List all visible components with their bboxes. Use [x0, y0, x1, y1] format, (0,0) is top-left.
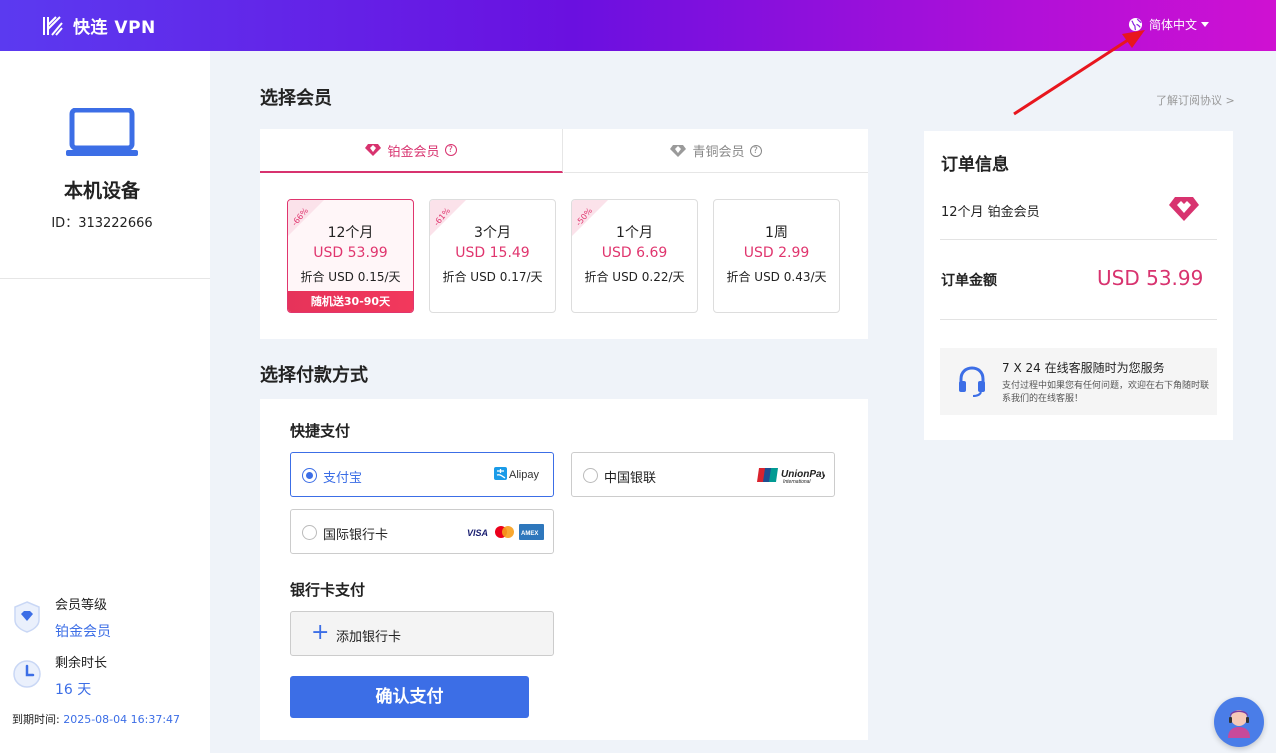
plan-name: 12个月 — [327, 225, 374, 241]
app-logo[interactable]: 快连 VPN — [42, 13, 156, 38]
shield-gem-icon — [14, 601, 40, 633]
confirm-payment-button[interactable]: 确认支付 — [290, 676, 529, 718]
tab-platinum[interactable]: 铂金会员 ? — [260, 129, 563, 173]
svg-text:International: International — [783, 479, 811, 485]
plan-1-month[interactable]: -50% 1个月 USD 6.69 折合 USD 0.22/天 — [571, 199, 698, 313]
radio-button[interactable] — [302, 525, 317, 540]
laptop-icon — [66, 108, 138, 156]
expire-value: 2025-08-04 16:37:47 — [63, 713, 181, 726]
add-bank-card-button[interactable]: + 添加银行卡 — [290, 611, 554, 656]
select-member-title: 选择会员 — [260, 88, 332, 109]
plan-price: USD 6.69 — [601, 245, 668, 261]
plan-daily-price: 折合 USD 0.17/天 — [442, 270, 543, 284]
gem-icon — [670, 144, 687, 157]
plan-name: 1周 — [765, 225, 788, 241]
add-bank-card-label: 添加银行卡 — [336, 630, 402, 645]
plan-card: 铂金会员 ? 青铜会员 ? -66% 12个月 USD 53.99 折合 USD… — [260, 129, 868, 339]
plan-1-week[interactable]: 1周 USD 2.99 折合 USD 0.43/天 — [713, 199, 840, 313]
plan-price: USD 2.99 — [743, 245, 810, 261]
help-icon[interactable]: ? — [444, 144, 457, 156]
chat-support-button[interactable] — [1214, 697, 1264, 747]
payment-label: 国际银行卡 — [323, 528, 389, 543]
payment-option-alipay[interactable]: 支付宝 Alipay — [290, 452, 554, 497]
divider — [940, 319, 1217, 320]
plan-daily-price: 折合 USD 0.15/天 — [300, 270, 401, 284]
divider — [0, 278, 210, 279]
support-avatar-icon — [1228, 710, 1250, 738]
payment-label: 中国银联 — [604, 471, 657, 486]
headset-icon — [959, 366, 985, 397]
expire-date: 到期时间: 2025-08-04 16:37:47 — [12, 711, 180, 727]
alipay-logo-icon: Alipay — [494, 467, 539, 481]
member-level-label: 会员等级 — [55, 598, 108, 613]
order-amount-value: USD 53.99 — [1097, 266, 1204, 290]
chevron-down-icon — [1201, 22, 1210, 27]
plan-price: USD 53.99 — [313, 245, 388, 261]
quick-pay-title: 快捷支付 — [290, 422, 351, 440]
payment-card: 快捷支付 支付宝 Alipay 中国银联 UnionPay Internatio… — [260, 399, 868, 740]
member-level-value: 铂金会员 — [55, 624, 111, 640]
bank-pay-title: 银行卡支付 — [290, 581, 366, 599]
order-amount-label: 订单金额 — [941, 273, 997, 289]
subscription-agreement-link[interactable]: 了解订阅协议 > — [1156, 92, 1235, 108]
plan-name: 1个月 — [616, 225, 653, 241]
tab-bronze-label: 青铜会员 — [692, 145, 745, 160]
svg-text:AMEX: AMEX — [521, 531, 538, 537]
plan-12-months[interactable]: -66% 12个月 USD 53.99 折合 USD 0.15/天 随机送30-… — [287, 199, 414, 313]
customer-service-box: 7 X 24 在线客服随时为您服务 支付过程中如果您有任何问题，欢迎在右下角随时… — [940, 348, 1217, 415]
gem-icon — [365, 144, 382, 156]
svg-text:Alipay: Alipay — [509, 469, 539, 481]
payment-option-unionpay[interactable]: 中国银联 UnionPay International — [571, 452, 835, 497]
annotation-arrow — [1013, 30, 1145, 116]
radio-button[interactable] — [302, 468, 317, 483]
plan-3-months[interactable]: -61% 3个月 USD 15.49 折合 USD 0.17/天 — [429, 199, 556, 313]
order-title: 订单信息 — [941, 155, 1009, 175]
expire-label: 到期时间: — [12, 713, 60, 726]
sidebar: 本机设备 ID：313222666 会员等级 铂金会员 剩余时长 16 天 到期… — [0, 51, 210, 753]
gem-icon — [1169, 197, 1199, 221]
order-item: 12个月 铂金会员 — [941, 205, 1040, 220]
plan-daily-price: 折合 USD 0.43/天 — [726, 270, 827, 284]
radio-button[interactable] — [583, 468, 598, 483]
plan-price: USD 15.49 — [455, 245, 530, 261]
service-description: 支付过程中如果您有任何问题，欢迎在右下角随时联系我们的在线客服！ — [1002, 381, 1210, 404]
help-icon[interactable]: ? — [749, 144, 762, 157]
app-name: 快连 VPN — [73, 18, 156, 38]
tab-platinum-label: 铂金会员 — [387, 144, 440, 160]
clock-icon — [13, 660, 41, 688]
payment-option-international-card[interactable]: 国际银行卡 VISA AMEX — [290, 509, 554, 554]
plan-bonus-badge: 随机送30-90天 — [288, 291, 413, 312]
order-panel: 订单信息 12个月 铂金会员 订单金额 USD 53.99 7 X 24 在线客… — [924, 131, 1233, 440]
svg-text:VISA: VISA — [467, 528, 488, 538]
unionpay-logo-icon: UnionPay International — [757, 468, 825, 485]
plus-icon: + — [311, 620, 330, 645]
divider — [940, 239, 1217, 240]
tab-bronze[interactable]: 青铜会员 ? — [564, 129, 868, 173]
payment-label: 支付宝 — [323, 471, 363, 486]
plan-name: 3个月 — [474, 225, 511, 241]
device-title: 本机设备 — [63, 180, 140, 202]
service-title: 7 X 24 在线客服随时为您服务 — [1002, 361, 1165, 375]
device-id: ID：313222666 — [51, 216, 153, 231]
remaining-time-value: 16 天 — [55, 682, 92, 698]
vpn-logo-icon — [43, 15, 63, 36]
card-brands-icon: VISA AMEX — [467, 524, 544, 540]
remaining-time-label: 剩余时长 — [55, 656, 108, 671]
plan-daily-price: 折合 USD 0.22/天 — [584, 270, 685, 284]
payment-method-title: 选择付款方式 — [260, 365, 368, 386]
